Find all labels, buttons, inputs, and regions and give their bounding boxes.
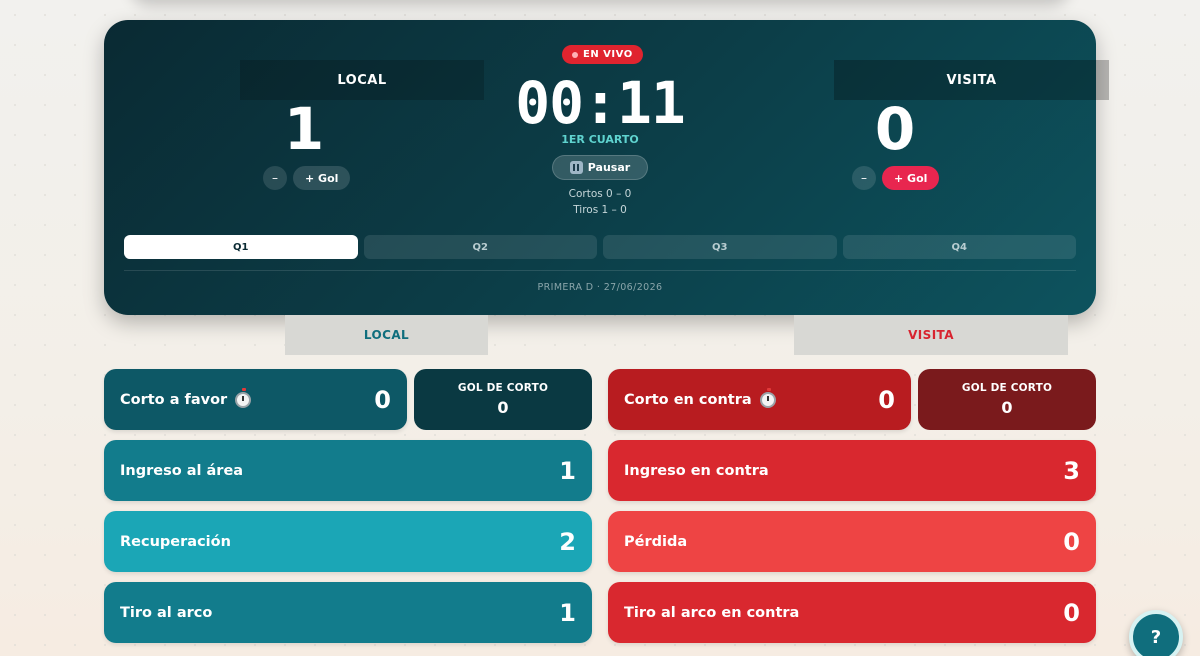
live-dot-icon	[572, 51, 578, 58]
tiro-al-arco-label: Tiro al arco	[120, 604, 213, 621]
recuperacion-value: 2	[559, 527, 576, 556]
ingreso-al-area-button[interactable]: Ingreso al área 1	[104, 440, 592, 501]
visita-add-goal-button[interactable]: + Gol	[882, 166, 940, 190]
local-score-controls: – + Gol	[263, 166, 351, 190]
tab-q4[interactable]: Q4	[842, 235, 1076, 259]
ingreso-en-contra-label: Ingreso en contra	[624, 462, 769, 479]
tiros-summary: Tiros 1 – 0	[573, 204, 627, 216]
stopwatch-icon	[235, 387, 252, 408]
match-meta: PRIMERA D · 27/06/2026	[537, 282, 663, 293]
live-badge: EN VIVO	[562, 45, 643, 64]
visita-gol-de-corto-button[interactable]: GOL DE CORTO 0	[918, 369, 1096, 430]
perdida-label: Pérdida	[624, 533, 688, 550]
local-minus-button[interactable]: –	[263, 166, 287, 190]
corto-en-contra-value: 0	[878, 385, 895, 414]
tiro-al-arco-en-contra-button[interactable]: Tiro al arco en contra 0	[608, 582, 1096, 643]
panel-divider	[124, 270, 1076, 271]
tiro-al-arco-value: 1	[559, 598, 576, 627]
local-gol-de-corto-label: GOL DE CORTO	[457, 382, 549, 394]
ingreso-en-contra-button[interactable]: Ingreso en contra 3	[608, 440, 1096, 501]
visita-minus-button[interactable]: –	[852, 166, 876, 190]
local-add-goal-button[interactable]: + Gol	[293, 166, 351, 190]
visita-side-tab[interactable]: VISITA	[794, 315, 1068, 355]
local-gol-de-corto-value: 0	[497, 398, 509, 417]
tiro-al-arco-en-contra-label: Tiro al arco en contra	[624, 604, 800, 621]
recuperacion-label: Recuperación	[120, 533, 231, 550]
visita-score-controls: – + Gol	[852, 166, 940, 190]
ingreso-al-area-value: 1	[559, 456, 576, 485]
help-button[interactable]: ?	[1129, 610, 1183, 656]
corto-en-contra-label: Corto en contra	[624, 391, 752, 408]
pause-button[interactable]: Pausar	[552, 155, 648, 180]
visita-gol-de-corto-value: 0	[1001, 398, 1013, 417]
tab-q3[interactable]: Q3	[603, 235, 837, 259]
visita-score: 0	[874, 95, 916, 163]
match-clock: 00:11	[515, 69, 686, 137]
corto-en-contra-button[interactable]: Corto en contra 0	[608, 369, 911, 430]
tab-q1[interactable]: Q1	[124, 235, 358, 259]
live-badge-label: EN VIVO	[583, 49, 633, 60]
pause-button-label: Pausar	[587, 161, 631, 174]
local-side-tab[interactable]: LOCAL	[285, 315, 488, 355]
corto-a-favor-label: Corto a favor	[120, 391, 228, 408]
scoreboard-panel: LOCAL VISITA 1 0 – + Gol – + Gol EN VIVO…	[104, 20, 1109, 315]
tab-q2[interactable]: Q2	[363, 235, 597, 259]
corto-a-favor-value: 0	[374, 385, 391, 414]
tiro-al-arco-button[interactable]: Tiro al arco 1	[104, 582, 592, 643]
cortos-summary: Cortos 0 – 0	[568, 188, 632, 200]
quarter-label: 1ER CUARTO	[561, 133, 639, 146]
tiro-al-arco-en-contra-value: 0	[1063, 598, 1080, 627]
pause-icon	[569, 161, 583, 174]
local-score: 1	[283, 95, 325, 163]
ingreso-en-contra-value: 3	[1063, 456, 1080, 485]
corto-en-contra-label-wrap: Corto en contra	[624, 387, 776, 408]
quarter-tabs: Q1 Q2 Q3 Q4	[124, 235, 1076, 259]
perdida-button[interactable]: Pérdida 0	[608, 511, 1096, 572]
local-gol-de-corto-button[interactable]: GOL DE CORTO 0	[414, 369, 592, 430]
corto-a-favor-label-wrap: Corto a favor	[120, 387, 252, 408]
ingreso-al-area-label: Ingreso al área	[120, 462, 244, 479]
visita-gol-de-corto-label: GOL DE CORTO	[961, 382, 1053, 394]
corto-a-favor-button[interactable]: Corto a favor 0	[104, 369, 407, 430]
perdida-value: 0	[1063, 527, 1080, 556]
recuperacion-button[interactable]: Recuperación 2	[104, 511, 592, 572]
stopwatch-icon	[759, 387, 776, 408]
